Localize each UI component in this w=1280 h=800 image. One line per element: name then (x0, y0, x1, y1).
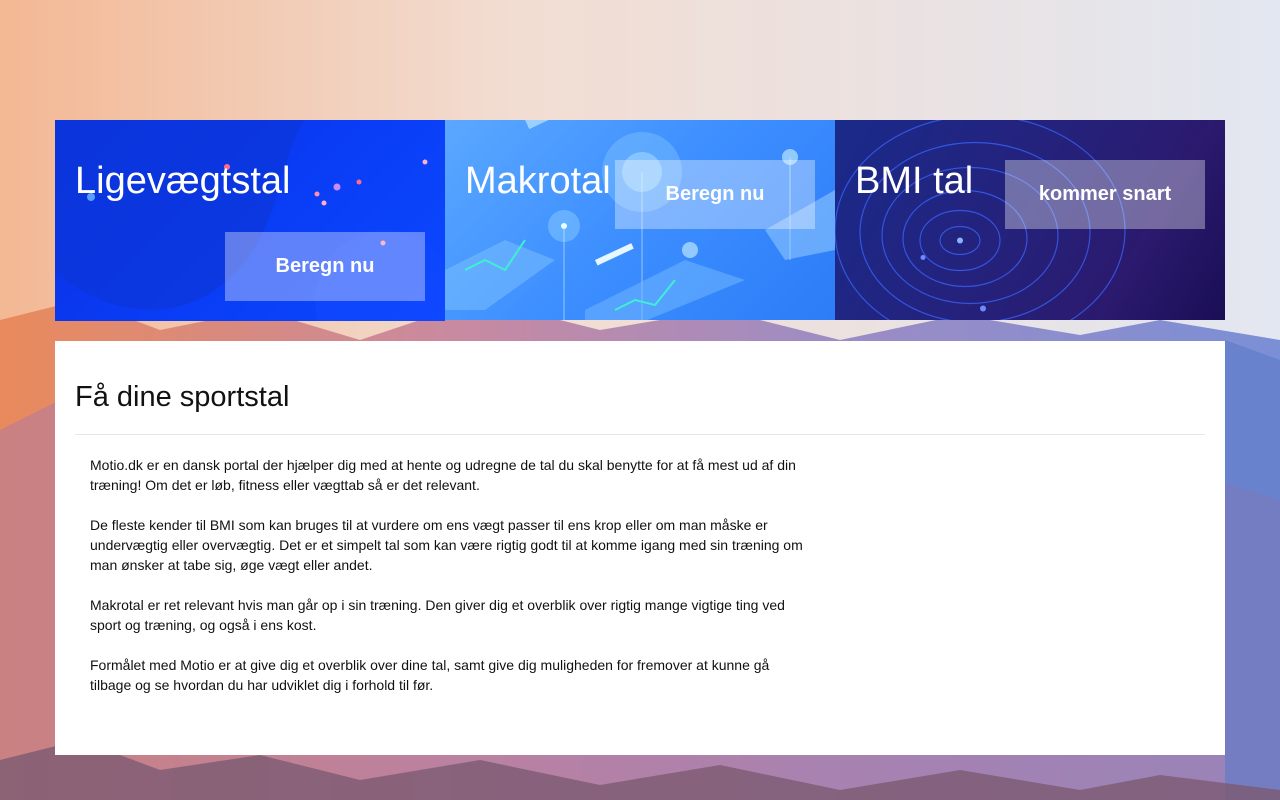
intro-section: Få dine sportstal Motio.dk er en dansk p… (55, 341, 1225, 755)
calculator-cards: Ligevægtstal Beregn nu Makrotal Beregn n… (55, 120, 1225, 321)
calculate-ligevaegtstal-button[interactable]: Beregn nu (225, 232, 425, 301)
card-bmi-tal: BMI tal kommer snart (835, 120, 1225, 320)
card-title: Makrotal (465, 160, 611, 202)
paragraph: De fleste kender til BMI som kan bruges … (90, 517, 803, 573)
card-title: Ligevægtstal (75, 160, 291, 202)
coming-soon-button[interactable]: kommer snart (1005, 160, 1205, 229)
card-title: BMI tal (855, 160, 974, 202)
card-makrotal: Makrotal Beregn nu (445, 120, 835, 320)
section-heading: Få dine sportstal (75, 381, 290, 413)
paragraph: Makrotal er ret relevant hvis man går op… (90, 597, 785, 633)
intro-text: Motio.dk er en dansk portal der hjælper … (90, 455, 810, 715)
paragraph: Formålet med Motio er at give dig et ove… (90, 657, 770, 693)
card-ligevaegtstal: Ligevægtstal Beregn nu (55, 120, 445, 321)
paragraph: Motio.dk er en dansk portal der hjælper … (90, 457, 796, 493)
calculate-makrotal-button[interactable]: Beregn nu (615, 160, 815, 229)
divider (75, 434, 1205, 435)
